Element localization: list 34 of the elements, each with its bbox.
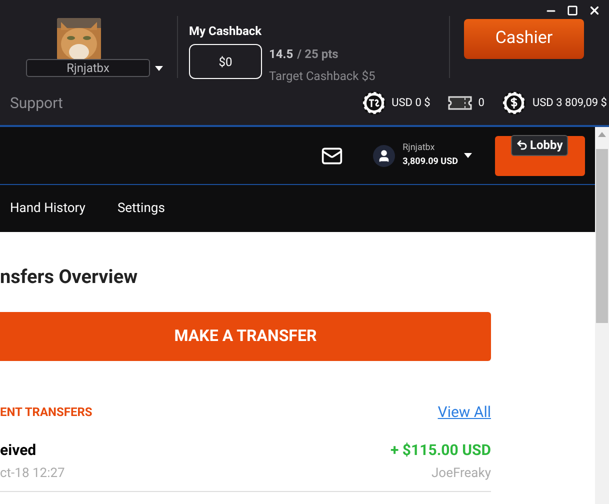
- cashback-amount: $0: [189, 44, 262, 79]
- transfer-user: JoeFreaky: [432, 464, 491, 482]
- username-field[interactable]: Rjnjatbx: [26, 59, 150, 77]
- balance-value: USD 3 809,09 $: [532, 94, 607, 111]
- cashier-button[interactable]: Cashier: [464, 19, 584, 59]
- close-icon[interactable]: [588, 4, 601, 17]
- support-link[interactable]: Support: [0, 92, 63, 114]
- page-title: nsfers Overview: [0, 264, 139, 290]
- section-heading: ENT TRANSFERS: [0, 404, 92, 421]
- maximize-icon[interactable]: [567, 5, 578, 16]
- transfer-date: ct-18 12:27: [0, 464, 65, 482]
- back-arrow-icon: [516, 139, 528, 151]
- cashback-title: My Cashback: [189, 23, 263, 40]
- lobby-tooltip[interactable]: Lobby: [511, 134, 568, 156]
- ticket-icon: [448, 95, 472, 111]
- balance-value: 0: [478, 94, 484, 111]
- scrollbar[interactable]: [595, 127, 609, 504]
- balance-value: USD 0 $: [392, 94, 430, 111]
- target-cashback: Target Cashback $5: [269, 68, 376, 85]
- caret-icon[interactable]: [155, 66, 163, 70]
- make-transfer-button[interactable]: MAKE A TRANSFER: [0, 312, 491, 360]
- view-all-link[interactable]: View All: [438, 400, 491, 423]
- caret-icon[interactable]: [464, 153, 472, 158]
- avatar-icon[interactable]: [372, 144, 395, 166]
- account-username: Rjnjatbx: [402, 142, 436, 155]
- tab[interactable]: Settings: [107, 185, 175, 232]
- chip-icon: [362, 91, 386, 115]
- transfer-amount: + $115.00 USD: [390, 440, 491, 461]
- account-balance: 3,809.09 USD: [402, 156, 458, 168]
- tab[interactable]: Hand History: [0, 185, 96, 232]
- transfer-type: eived: [0, 440, 36, 461]
- dollar-chip-icon: [502, 91, 526, 115]
- points-value: 14.5: [269, 46, 294, 63]
- points-total: / 25 pts: [297, 46, 338, 63]
